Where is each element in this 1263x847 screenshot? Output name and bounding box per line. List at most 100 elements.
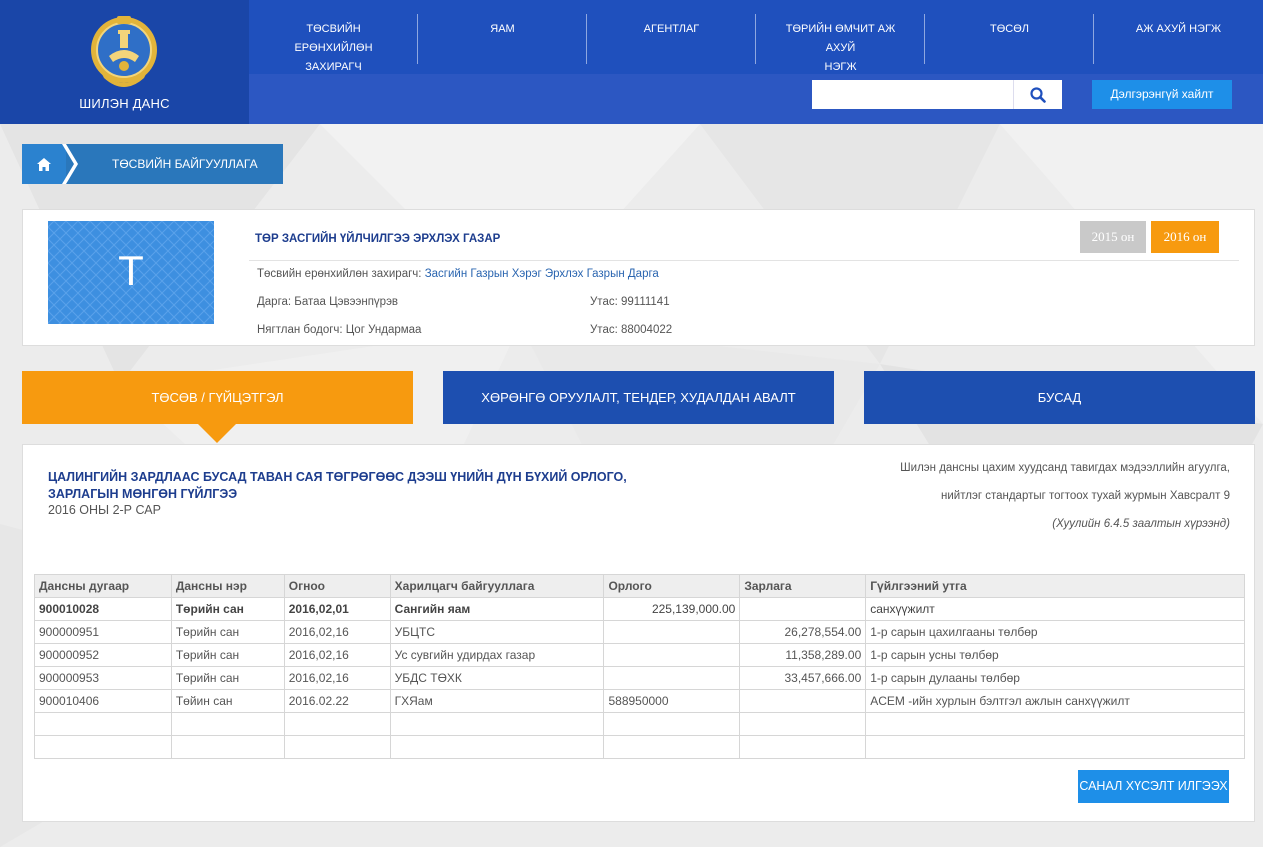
table-cell: 1-р сарын дулааны төлбөр: [865, 666, 1245, 690]
search-button[interactable]: [1013, 80, 1062, 109]
site-logo[interactable]: ШИЛЭН ДАНС: [0, 0, 249, 124]
table-cell: [603, 735, 741, 759]
nav-business-units[interactable]: АЖ АХУЙ НЭГЖ: [1094, 0, 1263, 74]
table-cell: 225,139,000.00: [603, 597, 741, 621]
panel-title: ЦАЛИНГИЙН ЗАРДЛААС БУСАД ТАВАН САЯ ТӨГРӨ…: [48, 469, 628, 503]
send-feedback-button[interactable]: САНАЛ ХҮСЭЛТ ИЛГЭЭХ: [1078, 770, 1229, 803]
table-cell: [170, 712, 285, 736]
table-cell: 2016,02,01: [283, 597, 391, 621]
nav-ministries[interactable]: ЯАМ: [418, 0, 587, 74]
year-2016-button[interactable]: 2016 он: [1151, 221, 1219, 253]
table-cell: [603, 712, 741, 736]
transactions-panel: ЦАЛИНГИЙН ЗАРДЛААС БУСАД ТАВАН САЯ ТӨГРӨ…: [22, 444, 1255, 822]
search-input[interactable]: [812, 80, 1013, 109]
regulation-note: (Хуулийн 6.4.5 заалтын хүрээнд): [1052, 518, 1230, 530]
nav-label: ЯАМ: [490, 23, 515, 35]
table-cell: [865, 712, 1245, 736]
breadcrumb-home[interactable]: [22, 144, 66, 184]
column-header: Зарлага: [739, 574, 867, 598]
nav-budget-managers[interactable]: ТӨСВИЙН ЕРӨНХИЙЛӨН ЗАХИРАГЧ: [249, 0, 418, 74]
table-cell: 2016,02,16: [283, 643, 391, 667]
table-row: 900000951 Төрийн сан 2016,02,16 УБЦТС 26…: [34, 620, 1245, 644]
column-header: Дансны нэр: [170, 574, 285, 598]
tab-investment-tender[interactable]: ХӨРӨНГӨ ОРУУЛАЛТ, ТЕНДЕР, ХУДАЛДАН АВАЛТ: [443, 371, 834, 424]
breadcrumb-separator-icon: [62, 144, 78, 184]
advanced-search-button[interactable]: Дэлгэрэнгүй хайлт: [1092, 80, 1232, 109]
tab-budget-performance[interactable]: ТӨСӨВ / ГҮЙЦЭТГЭЛ: [22, 371, 413, 424]
home-icon: [37, 157, 51, 171]
column-header: Харилцагч байгууллага: [389, 574, 605, 598]
table-cell: [34, 712, 172, 736]
table-cell: [34, 735, 172, 759]
nav-label: АЖ АХУЙ НЭГЖ: [1135, 23, 1222, 35]
table-row: [34, 712, 1245, 736]
nav-projects[interactable]: ТӨСӨЛ: [925, 0, 1094, 74]
column-header: Огноо: [283, 574, 391, 598]
panel-title-line: ЗАРЛАГЫН МӨНГӨН ГҮЙЛГЭЭ: [48, 487, 238, 501]
budget-manager-link[interactable]: Засгийн Газрын Хэрэг Эрхлэх Газрын Дарга: [425, 268, 659, 280]
table-cell: ACEM -ийн хурлын бэлтгэл ажлын санхүүжил…: [865, 689, 1245, 713]
table-cell: [603, 643, 741, 667]
column-header: Дансны дугаар: [34, 574, 172, 598]
nav-label: АГЕНТЛАГ: [643, 23, 700, 35]
table-cell: санхүүжилт: [865, 597, 1245, 621]
budget-manager-info: Төсвийн ерөнхийлөн захирагч: Засгийн Газ…: [257, 268, 659, 280]
nav-label: НЭГЖ: [824, 61, 857, 73]
table-cell: 11,358,289.00: [739, 643, 867, 667]
table-cell: Төрийн сан: [170, 643, 285, 667]
table-cell: 2016,02,16: [283, 620, 391, 644]
search-bar: Дэлгэрэнгүй хайлт: [249, 74, 1263, 124]
table-cell: 900000952: [34, 643, 172, 667]
table-cell: [603, 620, 741, 644]
breadcrumb-current: ТӨСВИЙН БАЙГУУЛЛАГА: [66, 144, 283, 184]
table-cell: [739, 597, 867, 621]
table-cell: 33,457,666.00: [739, 666, 867, 690]
year-2015-button[interactable]: 2015 он: [1080, 221, 1146, 253]
organization-name: ТӨР ЗАСГИЙН ҮЙЛЧИЛГЭЭ ЭРХЛЭХ ГАЗАР: [255, 233, 501, 245]
table-header-row: Дансны дугаар Дансны нэр Огноо Харилцагч…: [34, 574, 1245, 598]
table-cell: [389, 712, 605, 736]
head-name: Дарга: Батаа Цэвээнпүрэв: [257, 296, 399, 308]
table-cell: 26,278,554.00: [739, 620, 867, 644]
table-cell: [865, 735, 1245, 759]
organization-logo: Т: [48, 221, 214, 324]
table-cell: Төрийн сан: [170, 666, 285, 690]
transactions-table: Дансны дугаар Дансны нэр Огноо Харилцагч…: [34, 574, 1245, 759]
accountant-name: Нягтлан бодогч: Цог Ундармаа: [257, 324, 422, 336]
organization-logo-letter: Т: [118, 247, 144, 294]
table-row: 900000952 Төрийн сан 2016,02,16 Ус сувги…: [34, 643, 1245, 667]
table-cell: [739, 712, 867, 736]
table-row: [34, 735, 1245, 759]
tab-other[interactable]: БУСАД: [864, 371, 1255, 424]
table-cell: 1-р сарын цахилгааны төлбөр: [865, 620, 1245, 644]
table-row: 900010028 Төрийн сан 2016,02,01 Сангийн …: [34, 597, 1245, 621]
nav-agencies[interactable]: АГЕНТЛАГ: [587, 0, 756, 74]
table-cell: [389, 735, 605, 759]
state-emblem-icon: [91, 16, 157, 87]
table-cell: ГХЯам: [389, 689, 605, 713]
table-cell: [170, 735, 285, 759]
table-cell: [283, 735, 391, 759]
nav-label: ТӨСВИЙН ЕРӨНХИЙЛӨН: [294, 23, 373, 54]
table-cell: Ус сувгийн удирдах газар: [389, 643, 605, 667]
breadcrumb: ТӨСВИЙН БАЙГУУЛЛАГА: [22, 144, 283, 184]
table-cell: 2016,02,16: [283, 666, 391, 690]
table-cell: 900010028: [34, 597, 172, 621]
site-name: ШИЛЭН ДАНС: [79, 96, 170, 111]
table-cell: 900010406: [34, 689, 172, 713]
search-icon: [1030, 86, 1046, 103]
nav-label: ТӨСӨЛ: [990, 23, 1029, 35]
table-cell: [739, 689, 867, 713]
table-cell: 900000951: [34, 620, 172, 644]
column-header: Гүйлгээний утга: [865, 574, 1245, 598]
top-nav: ТӨСВИЙН ЕРӨНХИЙЛӨН ЗАХИРАГЧ ЯАМ АГЕНТЛАГ…: [249, 0, 1263, 74]
regulation-note: Шилэн дансны цахим хуудсанд тавигдах мэд…: [900, 462, 1230, 474]
nav-state-owned-enterprises[interactable]: ТӨРИЙН ӨМЧИТ АЖ АХУЙ НЭГЖ: [756, 0, 925, 74]
active-tab-indicator: [198, 424, 236, 443]
accountant-phone: Утас: 88004022: [590, 324, 673, 336]
table-cell: Төрийн сан: [170, 597, 285, 621]
table-cell: [603, 666, 741, 690]
panel-subtitle: 2016 ОНЫ 2-Р САР: [48, 503, 161, 517]
site-header: ШИЛЭН ДАНС ТӨСВИЙН ЕРӨНХИЙЛӨН ЗАХИРАГЧ Я…: [0, 0, 1263, 124]
table-cell: УБЦТС: [389, 620, 605, 644]
